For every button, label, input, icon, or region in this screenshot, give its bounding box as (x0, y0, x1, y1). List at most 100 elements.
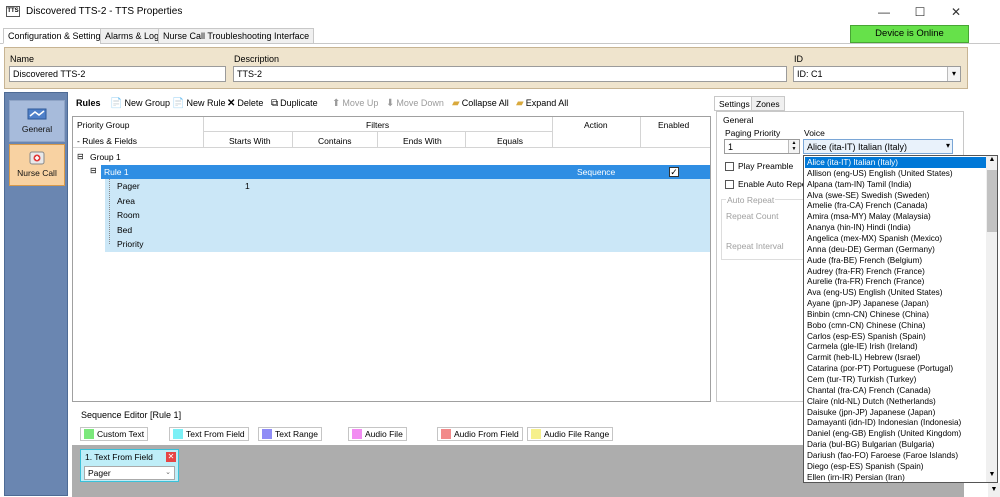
legend-text-from-field[interactable]: Text From Field (169, 427, 249, 441)
voice-option[interactable]: Binbin (cmn-CN) Chinese (China) (805, 309, 986, 320)
paging-priority-stepper[interactable]: 1 ▲ ▼ (724, 139, 800, 154)
voice-option[interactable]: Chantal (fra-CA) French (Canada) (805, 385, 986, 396)
voice-option[interactable]: Ava (eng-US) English (United States) (805, 287, 986, 298)
scrollbar-thumb[interactable] (987, 170, 997, 232)
text-from-field-swatch (173, 429, 183, 439)
voice-option[interactable]: Audrey (fra-FR) French (France) (805, 266, 986, 277)
new-rule-button[interactable]: 📄 New Rule (172, 98, 225, 109)
group-row[interactable]: ⊟ Group 1 (73, 150, 710, 165)
delete-button[interactable]: ✕ Delete (227, 98, 263, 109)
close-icon[interactable]: ✕ (166, 452, 176, 462)
description-field[interactable]: TTS-2 (233, 66, 787, 82)
col-action[interactable]: Action (584, 120, 608, 130)
sequence-field-select[interactable]: Pager ⌄ (84, 466, 175, 480)
move-down-button[interactable]: ⬇ Move Down (386, 98, 444, 109)
voice-option[interactable]: Ayane (jpn-JP) Japanese (Japan) (805, 298, 986, 309)
voice-option[interactable]: Amelie (fra-CA) French (Canada) (805, 200, 986, 211)
voice-option[interactable]: Diego (esp-ES) Spanish (Spain) (805, 461, 986, 472)
rule-label: Rule 1 (104, 166, 129, 177)
voice-option[interactable]: Anna (deu-DE) German (Germany) (805, 244, 986, 255)
col-rules-fields[interactable]: - Rules & Fields (77, 136, 137, 146)
name-field[interactable]: Discovered TTS-2 (9, 66, 226, 82)
nav-nurse-call[interactable]: Nurse Call (9, 144, 65, 186)
legend-custom-text[interactable]: Custom Text (80, 427, 149, 441)
field-row[interactable]: Pager 1 (105, 179, 710, 194)
legend-audio-file[interactable]: Audio File (348, 427, 407, 441)
voice-option[interactable]: Alva (swe-SE) Swedish (Sweden) (805, 190, 986, 201)
maximize-button[interactable]: ☐ (905, 2, 935, 22)
voice-option[interactable]: Carlos (esp-ES) Spanish (Spain) (805, 331, 986, 342)
voice-option[interactable]: Ananya (hin-IN) Hindi (India) (805, 222, 986, 233)
field-starts-with[interactable]: 1 (245, 181, 250, 191)
window-scroll-down-icon[interactable]: ▼ (988, 483, 1000, 497)
voice-option[interactable]: Alice (ita-IT) Italian (Italy) (805, 157, 986, 169)
col-contains[interactable]: Contains (318, 136, 352, 146)
voice-option[interactable]: Aurelie (fra-FR) French (France) (805, 276, 986, 287)
collapse-icon[interactable]: ⊟ (90, 166, 97, 175)
tab-settings[interactable]: Settings (714, 96, 755, 111)
id-select[interactable]: ID: C1 ▾ (793, 66, 961, 82)
voice-option[interactable]: Dariush (fao-FO) Faroese (Faroe Islands) (805, 450, 986, 461)
new-group-button[interactable]: 📄 New Group (110, 98, 170, 109)
rule-row[interactable]: Rule 1 Sequence ✓ (101, 164, 710, 179)
voice-option[interactable]: Ellen (irn-IR) Persian (Iran) (805, 472, 986, 482)
voice-select[interactable]: Alice (ita-IT) Italian (Italy) ▾ (803, 139, 953, 154)
description-label: Description (234, 54, 280, 64)
collapse-icon[interactable]: ⊟ (77, 152, 84, 161)
collapse-all-button[interactable]: ▰ Collapse All (452, 98, 509, 109)
legend-audio-file-range[interactable]: Audio File Range (527, 427, 614, 441)
voice-option[interactable]: Claire (nld-NL) Dutch (Netherlands) (805, 396, 986, 407)
col-ends-with[interactable]: Ends With (403, 136, 442, 146)
voice-option[interactable]: Bobo (cmn-CN) Chinese (China) (805, 320, 986, 331)
duplicate-button[interactable]: ⧉ Duplicate (271, 98, 318, 109)
voice-option[interactable]: Daniel (eng-GB) English (United Kingdom) (805, 428, 986, 439)
stepper-arrows-icon[interactable]: ▲ ▼ (788, 140, 799, 153)
voice-option[interactable]: Amira (msa-MY) Malay (Malaysia) (805, 211, 986, 222)
col-enabled[interactable]: Enabled (658, 120, 689, 130)
field-row[interactable]: Room (105, 208, 710, 223)
voice-option[interactable]: Alpana (tam-IN) Tamil (India) (805, 179, 986, 190)
voice-option[interactable]: Allison (eng-US) English (United States) (805, 168, 986, 179)
voice-dropdown-list[interactable]: Alice (ita-IT) Italian (Italy) Allison (e… (803, 155, 998, 483)
voice-option[interactable]: Catarina (por-PT) Portuguese (Portugal) (805, 363, 986, 374)
arrow-down-icon: ⬇ (386, 98, 395, 109)
chevron-down-icon[interactable]: ⌄ (165, 468, 171, 476)
field-row[interactable]: Priority (105, 237, 710, 252)
play-preamble-checkbox[interactable] (725, 162, 734, 171)
minimize-button[interactable]: — (869, 2, 899, 22)
field-row[interactable]: Bed (105, 222, 710, 237)
tab-zones[interactable]: Zones (751, 96, 785, 111)
dropdown-scrollbar[interactable]: ▲ ▼ (986, 156, 997, 482)
col-priority-group[interactable]: Priority Group (77, 120, 129, 130)
col-starts-with[interactable]: Starts With (229, 136, 271, 146)
tab-nurse-call-troubleshooting[interactable]: Nurse Call Troubleshooting Interface (158, 28, 315, 44)
legend-text-range[interactable]: Text Range (258, 427, 322, 441)
enable-auto-repeat-checkbox[interactable] (725, 180, 734, 189)
legend-audio-from-field[interactable]: Audio From Field (437, 427, 523, 441)
scroll-up-icon[interactable]: ▲ (986, 156, 997, 167)
sequence-item-card[interactable]: 1. Text From Field ✕ Pager ⌄ (80, 449, 179, 482)
scroll-down-icon[interactable]: ▼ (986, 471, 997, 482)
field-row[interactable]: Area (105, 193, 710, 208)
move-down-label: Move Down (396, 98, 444, 108)
voice-option[interactable]: Aude (fra-BE) French (Belgium) (805, 255, 986, 266)
tab-configuration-settings[interactable]: Configuration & Settings (3, 28, 111, 44)
voice-option[interactable]: Cem (tur-TR) Turkish (Turkey) (805, 374, 986, 385)
chevron-down-icon[interactable]: ▾ (947, 67, 960, 81)
voice-option[interactable]: Damayanti (idn-ID) Indonesian (Indonesia… (805, 417, 986, 428)
voice-option[interactable]: Daisuke (jpn-JP) Japanese (Japan) (805, 407, 986, 418)
nav-general[interactable]: General (9, 100, 65, 142)
play-preamble-label: Play Preamble (738, 161, 794, 171)
chevron-down-icon[interactable]: ▾ (946, 141, 950, 151)
expand-all-button[interactable]: ▰ Expand All (516, 98, 568, 109)
col-equals[interactable]: Equals (497, 136, 523, 146)
voice-option[interactable]: Carmit (heb-IL) Hebrew (Israel) (805, 352, 986, 363)
close-button[interactable]: ✕ (941, 2, 971, 22)
voice-option[interactable]: Carmela (gle-IE) Irish (Ireland) (805, 341, 986, 352)
duplicate-label: Duplicate (280, 98, 318, 108)
voice-option[interactable]: Daria (bul-BG) Bulgarian (Bulgaria) (805, 439, 986, 450)
move-up-button[interactable]: ⬆ Move Up (332, 98, 378, 109)
audio-file-swatch (352, 429, 362, 439)
rule-enabled-checkbox[interactable]: ✓ (669, 166, 679, 177)
voice-option[interactable]: Angelica (mex-MX) Spanish (Mexico) (805, 233, 986, 244)
